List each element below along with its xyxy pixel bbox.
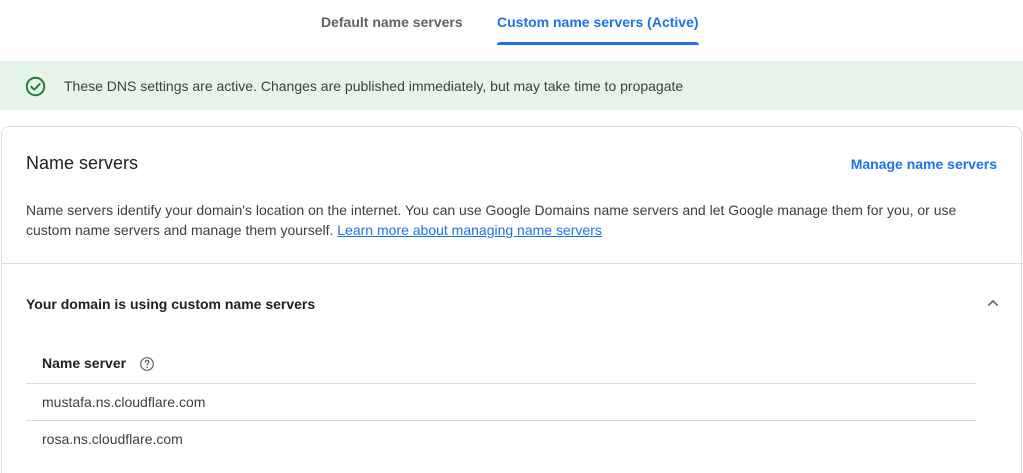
tab-custom-name-servers[interactable]: Custom name servers (Active) <box>497 0 699 48</box>
section-title: Your domain is using custom name servers <box>26 296 316 312</box>
help-circle-icon[interactable] <box>139 356 155 372</box>
tab-default-name-servers[interactable]: Default name servers <box>321 0 463 48</box>
status-banner-text: These DNS settings are active. Changes a… <box>64 78 684 94</box>
name-server-value: rosa.ns.cloudflare.com <box>42 431 183 447</box>
name-server-value: mustafa.ns.cloudflare.com <box>42 394 206 410</box>
card-description: Name servers identify your domain's loca… <box>26 200 986 240</box>
name-servers-card: Name servers Manage name servers Name se… <box>1 126 1023 473</box>
manage-name-servers-link[interactable]: Manage name servers <box>851 156 997 172</box>
learn-more-link[interactable]: Learn more about managing name servers <box>337 222 602 238</box>
table-row: mustafa.ns.cloudflare.com <box>26 384 976 421</box>
table-row: rosa.ns.cloudflare.com <box>26 421 976 458</box>
card-title: Name servers <box>26 153 139 173</box>
status-banner: These DNS settings are active. Changes a… <box>0 61 1023 110</box>
tab-bar: Default name servers Custom name servers… <box>0 0 1023 48</box>
card-divider <box>2 263 1023 264</box>
name-server-table: Name server mustafa.ns.cloudflare.com ro… <box>26 347 976 458</box>
table-header: Name server <box>26 347 976 384</box>
active-tab-indicator <box>497 42 699 45</box>
column-header-name-server: Name server <box>42 355 127 371</box>
check-circle-icon <box>25 76 46 97</box>
chevron-up-icon[interactable] <box>983 293 1003 313</box>
